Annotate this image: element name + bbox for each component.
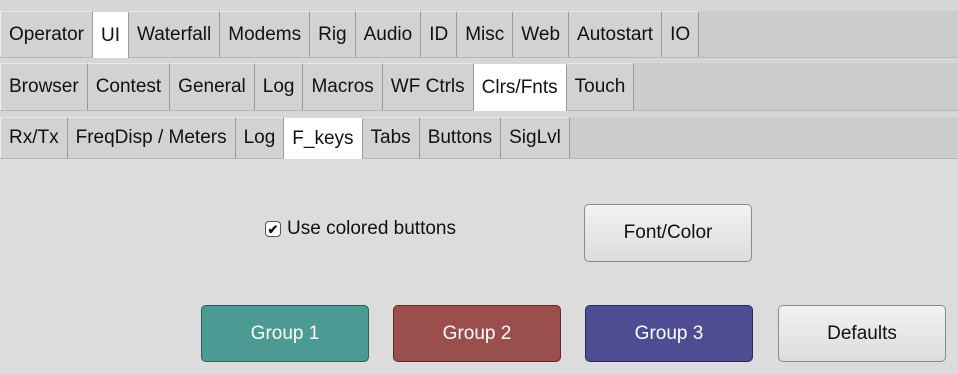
tab-rig[interactable]: Rig bbox=[310, 11, 356, 57]
tab-freqdisp-meters[interactable]: FreqDisp / Meters bbox=[67, 117, 236, 158]
tab-log-colors[interactable]: Log bbox=[235, 117, 285, 158]
checkbox-label: Use colored buttons bbox=[287, 218, 456, 239]
tab-wf-ctrls[interactable]: WF Ctrls bbox=[382, 63, 474, 110]
use-colored-buttons-checkbox[interactable]: ✔ Use colored buttons bbox=[265, 218, 456, 240]
tab-touch[interactable]: Touch bbox=[566, 63, 635, 110]
font-color-button[interactable]: Font/Color bbox=[584, 204, 752, 262]
group-1-button[interactable]: Group 1 bbox=[201, 305, 369, 362]
tab-bar-main: Operator UI Waterfall Modems Rig Audio I… bbox=[0, 0, 958, 58]
tab-io[interactable]: IO bbox=[662, 11, 700, 57]
tab-bar-filler bbox=[569, 117, 958, 158]
tab-macros[interactable]: Macros bbox=[303, 63, 383, 110]
tab-bar-clrs-fnts: Rx/Tx FreqDisp / Meters Log F_keys Tabs … bbox=[0, 111, 958, 159]
tab-bar-filler bbox=[699, 11, 958, 57]
tab-bar-filler bbox=[634, 63, 958, 110]
checkbox-check-icon[interactable]: ✔ bbox=[265, 221, 281, 237]
tab-browser[interactable]: Browser bbox=[0, 63, 88, 110]
tab-audio[interactable]: Audio bbox=[355, 11, 422, 57]
tab-waterfall[interactable]: Waterfall bbox=[128, 11, 221, 57]
tab-misc[interactable]: Misc bbox=[457, 11, 514, 57]
tab-ui[interactable]: UI bbox=[92, 12, 129, 58]
tab-contest[interactable]: Contest bbox=[87, 63, 171, 110]
tab-bar-ui: Browser Contest General Log Macros WF Ct… bbox=[0, 58, 958, 111]
tab-rx-tx[interactable]: Rx/Tx bbox=[0, 117, 68, 158]
tab-general[interactable]: General bbox=[170, 63, 255, 110]
tab-autostart[interactable]: Autostart bbox=[569, 11, 663, 57]
tab-id[interactable]: ID bbox=[421, 11, 458, 57]
tab-buttons[interactable]: Buttons bbox=[419, 117, 502, 158]
tab-web[interactable]: Web bbox=[513, 11, 570, 57]
tab-siglvl[interactable]: SigLvl bbox=[501, 117, 570, 158]
defaults-button[interactable]: Defaults bbox=[778, 305, 946, 362]
tab-operator[interactable]: Operator bbox=[0, 11, 93, 57]
group-2-button[interactable]: Group 2 bbox=[393, 305, 561, 362]
tab-tabs[interactable]: Tabs bbox=[362, 117, 420, 158]
tab-f-keys[interactable]: F_keys bbox=[284, 118, 363, 159]
tab-log[interactable]: Log bbox=[254, 63, 304, 110]
tab-modems[interactable]: Modems bbox=[220, 11, 311, 57]
tab-clrs-fnts[interactable]: Clrs/Fnts bbox=[473, 64, 567, 111]
group-3-button[interactable]: Group 3 bbox=[585, 305, 753, 362]
